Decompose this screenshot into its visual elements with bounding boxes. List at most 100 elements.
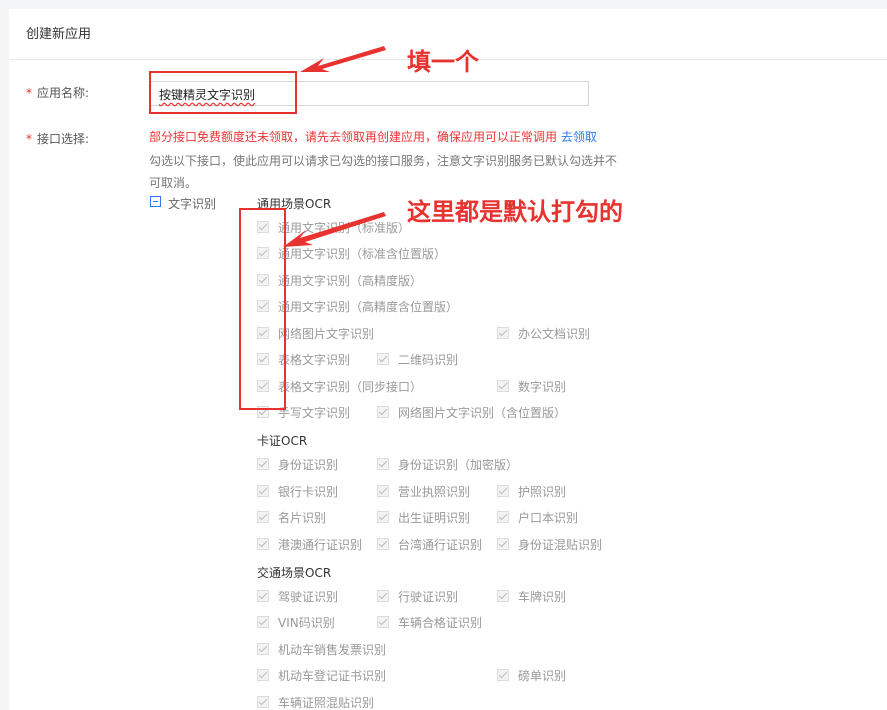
checkbox-label: 机动车登记证书识别 (278, 668, 387, 683)
checkbox-label: 手写文字识别 (278, 405, 351, 420)
checkbox-label: 台湾通行证识别 (398, 537, 483, 552)
checkbox-label: 车辆证照混贴识别 (278, 695, 375, 710)
checkbox-label: 港澳通行证识别 (278, 537, 363, 552)
checkbox-label: 行驶证识别 (398, 589, 459, 604)
checkbox-label: 表格文字识别（同步接口） (278, 379, 423, 394)
checkbox-label: 网络图片文字识别（含位置版） (398, 405, 567, 420)
checkbox-item[interactable]: 名片识别 (257, 509, 326, 525)
checkbox-icon[interactable] (257, 616, 269, 628)
checkbox-label: 名片识别 (278, 510, 327, 525)
checkbox-item[interactable]: 驾驶证识别 (257, 588, 338, 604)
checkbox-label: 通用文字识别（标准含位置版） (278, 246, 447, 261)
checkbox-icon[interactable] (257, 696, 269, 708)
annotation-box-name (149, 71, 297, 114)
checkbox-item[interactable]: 户口本识别 (497, 509, 578, 525)
checkbox-icon[interactable] (377, 406, 389, 418)
notice-message: 部分接口免费额度还未领取，请先去领取再创建应用，确保应用可以正常调用 (149, 130, 558, 144)
checkbox-item[interactable]: 护照识别 (497, 483, 566, 499)
checkbox-icon[interactable] (377, 538, 389, 550)
notice-text: 部分接口免费额度还未领取，请先去领取再创建应用，确保应用可以正常调用 去领取 (149, 128, 597, 145)
annotation-box-checkboxes (239, 208, 286, 410)
claim-link[interactable]: 去领取 (561, 130, 597, 144)
checkbox-item[interactable]: 数字识别 (497, 378, 566, 394)
checkbox-label: 车牌识别 (518, 589, 567, 604)
checkbox-icon[interactable] (377, 616, 389, 628)
checkbox-item[interactable]: 车辆合格证识别 (377, 614, 482, 630)
checkbox-item[interactable]: 机动车登记证书识别 (257, 667, 386, 683)
checkbox-icon[interactable] (257, 458, 269, 470)
checkbox-icon[interactable] (257, 590, 269, 602)
checkbox-item[interactable]: 台湾通行证识别 (377, 536, 482, 552)
checkbox-item[interactable]: 港澳通行证识别 (257, 536, 362, 552)
checkbox-label: 通用文字识别（高精度版） (278, 273, 423, 288)
checkbox-label: 机动车销售发票识别 (278, 642, 387, 657)
required-mark: * (26, 86, 32, 100)
checkbox-label: 二维码识别 (398, 352, 459, 367)
checkbox-icon[interactable] (377, 485, 389, 497)
checkbox-item[interactable]: 营业执照识别 (377, 483, 470, 499)
checkbox-item[interactable]: VIN码识别 (257, 614, 335, 630)
checkbox-item[interactable]: 办公文档识别 (497, 325, 590, 341)
group-title-traffic-ocr: 交通场景OCR (257, 566, 332, 580)
api-description: 勾选以下接口，使此应用可以请求已勾选的接口服务，注意文字识别服务已默认勾选并不可… (149, 154, 618, 190)
api-select-label-text: 接口选择: (37, 132, 90, 146)
checkbox-item[interactable]: 身份证识别（加密版） (377, 456, 518, 472)
checkbox-item[interactable]: 网络图片文字识别（含位置版） (377, 404, 566, 420)
checkbox-item[interactable]: 车辆证照混贴识别 (257, 694, 374, 710)
checkbox-item[interactable]: 行驶证识别 (377, 588, 458, 604)
checkbox-icon[interactable] (257, 511, 269, 523)
checkbox-icon[interactable] (497, 538, 509, 550)
checkbox-label: 数字识别 (518, 379, 567, 394)
checkbox-icon[interactable] (257, 643, 269, 655)
checkbox-label: 身份证识别（加密版） (398, 457, 519, 472)
checkbox-item[interactable]: 机动车销售发票识别 (257, 641, 386, 657)
annotation-fill-one: 填一个 (407, 48, 479, 76)
checkbox-label: 车辆合格证识别 (398, 615, 483, 630)
checkbox-icon[interactable] (377, 590, 389, 602)
checkbox-label: VIN码识别 (278, 615, 335, 630)
collapse-icon[interactable] (150, 196, 161, 207)
group-title-card-ocr: 卡证OCR (257, 434, 308, 448)
create-app-card: 创建新应用 * 应用名称: 按键精灵文字识别 * 接口选择: 部分接口免费额度还未领… (9, 9, 887, 710)
checkbox-item[interactable]: 身份证识别 (257, 456, 338, 472)
page-title: 创建新应用 (26, 27, 92, 42)
checkbox-icon[interactable] (257, 538, 269, 550)
checkbox-item[interactable]: 二维码识别 (377, 351, 458, 367)
checkbox-label: 办公文档识别 (518, 326, 591, 341)
checkbox-icon[interactable] (377, 511, 389, 523)
annotation-default-checked: 这里都是默认打勾的 (407, 198, 623, 226)
app-name-label: * 应用名称: (26, 84, 89, 101)
checkbox-label: 网络图片文字识别 (278, 326, 375, 341)
checkbox-label: 驾驶证识别 (278, 589, 339, 604)
checkbox-label: 通用文字识别（标准版） (278, 220, 411, 235)
checkbox-item[interactable]: 银行卡识别 (257, 483, 338, 499)
checkbox-item[interactable]: 车牌识别 (497, 588, 566, 604)
required-mark: * (26, 132, 32, 146)
api-select-label: * 接口选择: (26, 130, 89, 147)
app-name-label-text: 应用名称: (37, 86, 90, 100)
checkbox-icon[interactable] (377, 353, 389, 365)
tree-label-ocr[interactable]: 文字识别 (168, 195, 216, 212)
checkbox-icon[interactable] (497, 511, 509, 523)
checkbox-label: 磅单识别 (518, 668, 567, 683)
checkbox-label: 身份证识别 (278, 457, 339, 472)
checkbox-label: 通用文字识别（高精度含位置版） (278, 299, 459, 314)
checkbox-label: 营业执照识别 (398, 484, 471, 499)
checkbox-label: 护照识别 (518, 484, 567, 499)
checkbox-item[interactable]: 身份证混贴识别 (497, 536, 602, 552)
checkbox-icon[interactable] (497, 380, 509, 392)
checkbox-item[interactable]: 通用文字识别（高精度含位置版） (257, 298, 458, 314)
checkbox-label: 银行卡识别 (278, 484, 339, 499)
checkbox-icon[interactable] (497, 590, 509, 602)
checkbox-label: 户口本识别 (518, 510, 579, 525)
checkbox-icon[interactable] (497, 669, 509, 681)
checkbox-icon[interactable] (377, 458, 389, 470)
checkbox-icon[interactable] (497, 485, 509, 497)
checkbox-item[interactable]: 磅单识别 (497, 667, 566, 683)
checkbox-label: 表格文字识别 (278, 352, 351, 367)
checkbox-icon[interactable] (497, 327, 509, 339)
checkbox-icon[interactable] (257, 669, 269, 681)
checkbox-label: 身份证混贴识别 (518, 537, 603, 552)
checkbox-item[interactable]: 出生证明识别 (377, 509, 470, 525)
checkbox-icon[interactable] (257, 485, 269, 497)
